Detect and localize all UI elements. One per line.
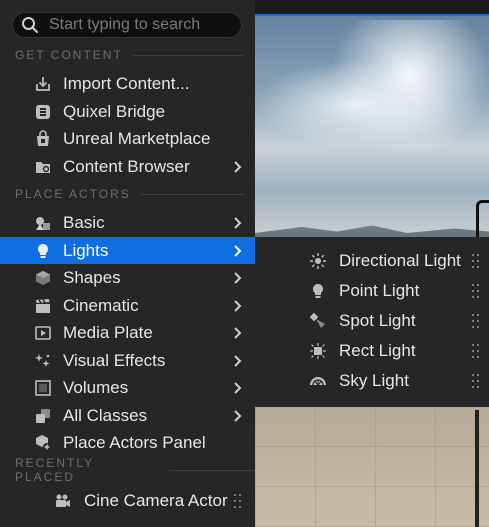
menu-item-label: Place Actors Panel: [63, 432, 206, 452]
menu-item-label: Unreal Marketplace: [63, 128, 211, 148]
submenu-item-sky-light[interactable]: Sky Light: [255, 366, 489, 396]
drag-handle-icon[interactable]: [234, 493, 242, 509]
chevron-right-icon: [234, 245, 242, 257]
marketplace-icon: [37, 130, 49, 146]
place-actors-icon: [36, 435, 51, 451]
section-divider: [140, 193, 245, 195]
ground-floor: [255, 405, 489, 527]
menu-item-media-plate[interactable]: Media Plate: [0, 319, 255, 346]
section-divider: [169, 469, 255, 471]
menu-item-cinematic[interactable]: Cinematic: [0, 292, 255, 319]
drag-handle-icon[interactable]: [472, 343, 480, 359]
sky-cloud: [255, 60, 455, 150]
search-input[interactable]: [47, 15, 231, 35]
menu-item-label: Cine Camera Actor: [84, 490, 228, 510]
search-box[interactable]: [12, 12, 242, 38]
menu-item-content-browser[interactable]: Content Browser: [0, 153, 255, 180]
menu-item-import-content[interactable]: Import Content...: [0, 70, 255, 97]
menu-item-place-actors-panel[interactable]: Place Actors Panel: [0, 429, 255, 456]
drag-handle-icon[interactable]: [472, 313, 480, 329]
submenu-item-rect-light[interactable]: Rect Light: [255, 336, 489, 366]
drag-handle-icon[interactable]: [472, 253, 480, 269]
media-plate-icon: [35, 326, 51, 340]
submenu-item-directional-light[interactable]: Directional Light: [255, 246, 489, 276]
menu-item-label: Import Content...: [63, 73, 190, 93]
chevron-right-icon: [234, 355, 242, 367]
drag-handle-icon[interactable]: [472, 373, 480, 389]
menu-item-all-classes[interactable]: All Classes: [0, 402, 255, 429]
chevron-right-icon: [234, 217, 242, 229]
chevron-right-icon: [234, 161, 242, 173]
viewport-toolbar-strip: [255, 0, 489, 16]
menu-item-label: Lights: [63, 240, 109, 260]
camera-icon: [56, 494, 70, 507]
volume-icon: [35, 380, 51, 396]
menu-item-label: Quixel Bridge: [63, 101, 166, 121]
chevron-right-icon: [234, 300, 242, 312]
rect-light-icon: [310, 343, 326, 359]
section-label: RECENTLY PLACED: [15, 456, 94, 484]
chevron-right-icon: [234, 410, 242, 422]
menu-item-lights[interactable]: Lights: [0, 237, 255, 264]
sparkles-icon: [35, 354, 50, 367]
menu-item-label: Shapes: [63, 267, 121, 287]
chevron-right-icon: [234, 382, 242, 394]
section-place-actors: PLACE ACTORS: [15, 186, 245, 202]
folder-icon: [36, 162, 50, 173]
section-get-content: GET CONTENT: [15, 47, 243, 63]
menu-item-label: Content Browser: [63, 156, 190, 176]
submenu-item-spot-light[interactable]: Spot Light: [255, 306, 489, 336]
sky-light-icon: [310, 377, 326, 386]
submenu-item-label: Point Light: [339, 281, 420, 300]
submenu-item-label: Rect Light: [339, 341, 416, 360]
menu-item-label: Media Plate: [63, 322, 153, 342]
menu-item-unreal-marketplace[interactable]: Unreal Marketplace: [0, 125, 255, 152]
lightbulb-icon: [38, 244, 48, 258]
chevron-right-icon: [234, 272, 242, 284]
classes-icon: [36, 409, 50, 423]
section-label: GET CONTENT: [15, 48, 123, 62]
chevron-right-icon: [234, 327, 242, 339]
clapperboard-icon: [36, 299, 50, 313]
drag-handle-icon[interactable]: [472, 283, 480, 299]
menu-item-shapes[interactable]: Shapes: [0, 264, 255, 291]
menu-item-cine-camera-actor[interactable]: Cine Camera Actor: [0, 487, 255, 514]
submenu-item-point-light[interactable]: Point Light: [255, 276, 489, 306]
quick-add-menu: GET CONTENT Import Content... Quixel Bri…: [0, 0, 255, 527]
menu-item-volumes[interactable]: Volumes: [0, 374, 255, 401]
submenu-item-label: Sky Light: [339, 371, 409, 390]
lights-submenu: Directional Light Point Light Spot Light: [255, 237, 489, 407]
lightbulb-icon: [313, 284, 323, 298]
menu-item-label: Basic: [63, 212, 105, 232]
basic-shapes-icon: [36, 217, 50, 230]
menu-item-label: Volumes: [63, 377, 129, 397]
section-recently-placed: RECENTLY PLACED: [15, 456, 255, 484]
scene-object: [475, 410, 479, 527]
search-icon: [22, 17, 38, 33]
menu-item-quixel-bridge[interactable]: Quixel Bridge: [0, 98, 255, 125]
menu-item-visual-effects[interactable]: Visual Effects: [0, 347, 255, 374]
submenu-item-label: Spot Light: [339, 311, 416, 330]
cube-icon: [36, 271, 50, 285]
menu-item-label: All Classes: [63, 405, 148, 425]
section-label: PLACE ACTORS: [15, 187, 131, 201]
menu-item-basic[interactable]: Basic: [0, 209, 255, 236]
sun-icon: [310, 253, 326, 269]
import-icon: [36, 77, 50, 91]
submenu-item-label: Directional Light: [339, 251, 461, 270]
spotlight-icon: [309, 312, 325, 328]
bridge-icon: [36, 105, 50, 119]
section-divider: [132, 54, 243, 56]
menu-item-label: Visual Effects: [63, 350, 166, 370]
menu-item-label: Cinematic: [63, 295, 139, 315]
